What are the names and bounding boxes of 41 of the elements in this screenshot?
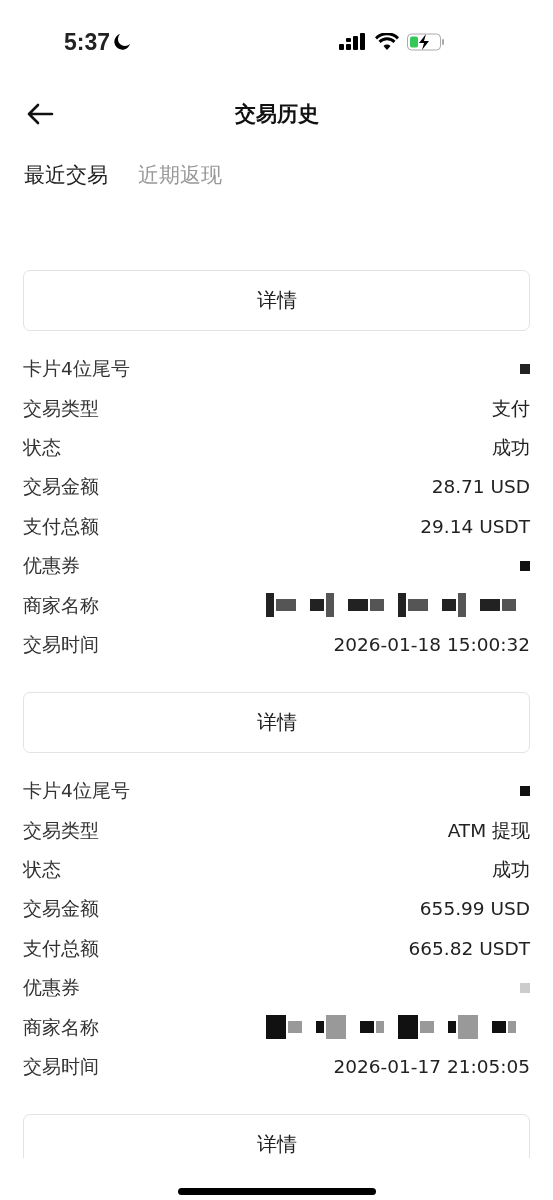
tab[interactable]: 最近交易 [24, 161, 108, 189]
clock-time: 5:37 [64, 28, 111, 56]
field-label: 优惠券 [23, 976, 80, 1001]
redaction-mosaic [520, 785, 530, 796]
field-label: 交易类型 [23, 818, 99, 843]
field-label: 交易金额 [23, 475, 99, 500]
redaction-mosaic [520, 982, 530, 993]
field-label: 状态 [23, 858, 61, 883]
field-value: 665.82 USDT [408, 937, 530, 959]
back-arrow-icon[interactable] [26, 102, 54, 126]
details-button[interactable]: 详情 [23, 270, 530, 331]
field-label: 交易时间 [23, 1055, 99, 1080]
signal-icon [339, 33, 367, 51]
field-value: ATM 提现 [447, 818, 530, 843]
wifi-icon [375, 33, 399, 51]
moon-icon [113, 33, 132, 51]
field-value: 29.14 USDT [420, 515, 530, 537]
field-label: 交易时间 [23, 632, 99, 657]
field-label: 支付总额 [23, 514, 99, 539]
field-label: 交易类型 [23, 396, 99, 421]
field-value: 成功 [492, 858, 530, 883]
field-label: 卡片4位尾号 [23, 357, 130, 382]
field-label: 支付总额 [23, 936, 99, 961]
field-value: 28.71 USD [431, 476, 530, 498]
redaction-mosaic [520, 363, 530, 374]
field-label: 优惠券 [23, 554, 80, 579]
field-value: 支付 [492, 396, 530, 421]
page-title: 交易历史 [234, 101, 319, 128]
field-label: 卡片4位尾号 [23, 779, 130, 804]
field-label: 商家名称 [23, 593, 99, 618]
field-value: 655.99 USD [419, 898, 530, 920]
field-value: 2026-01-18 15:00:32 [333, 633, 530, 655]
field-value: 成功 [492, 435, 530, 460]
field-label: 状态 [23, 435, 61, 460]
details-button[interactable]: 详情 [23, 692, 530, 754]
field-label: 交易金额 [23, 897, 99, 922]
details-button[interactable]: 详情 [23, 1114, 530, 1158]
field-label: 商家名称 [23, 1015, 99, 1040]
field-value: 2026-01-17 21:05:05 [333, 1056, 530, 1078]
redaction-mosaic [520, 560, 530, 571]
battery-charging-icon [407, 33, 445, 51]
